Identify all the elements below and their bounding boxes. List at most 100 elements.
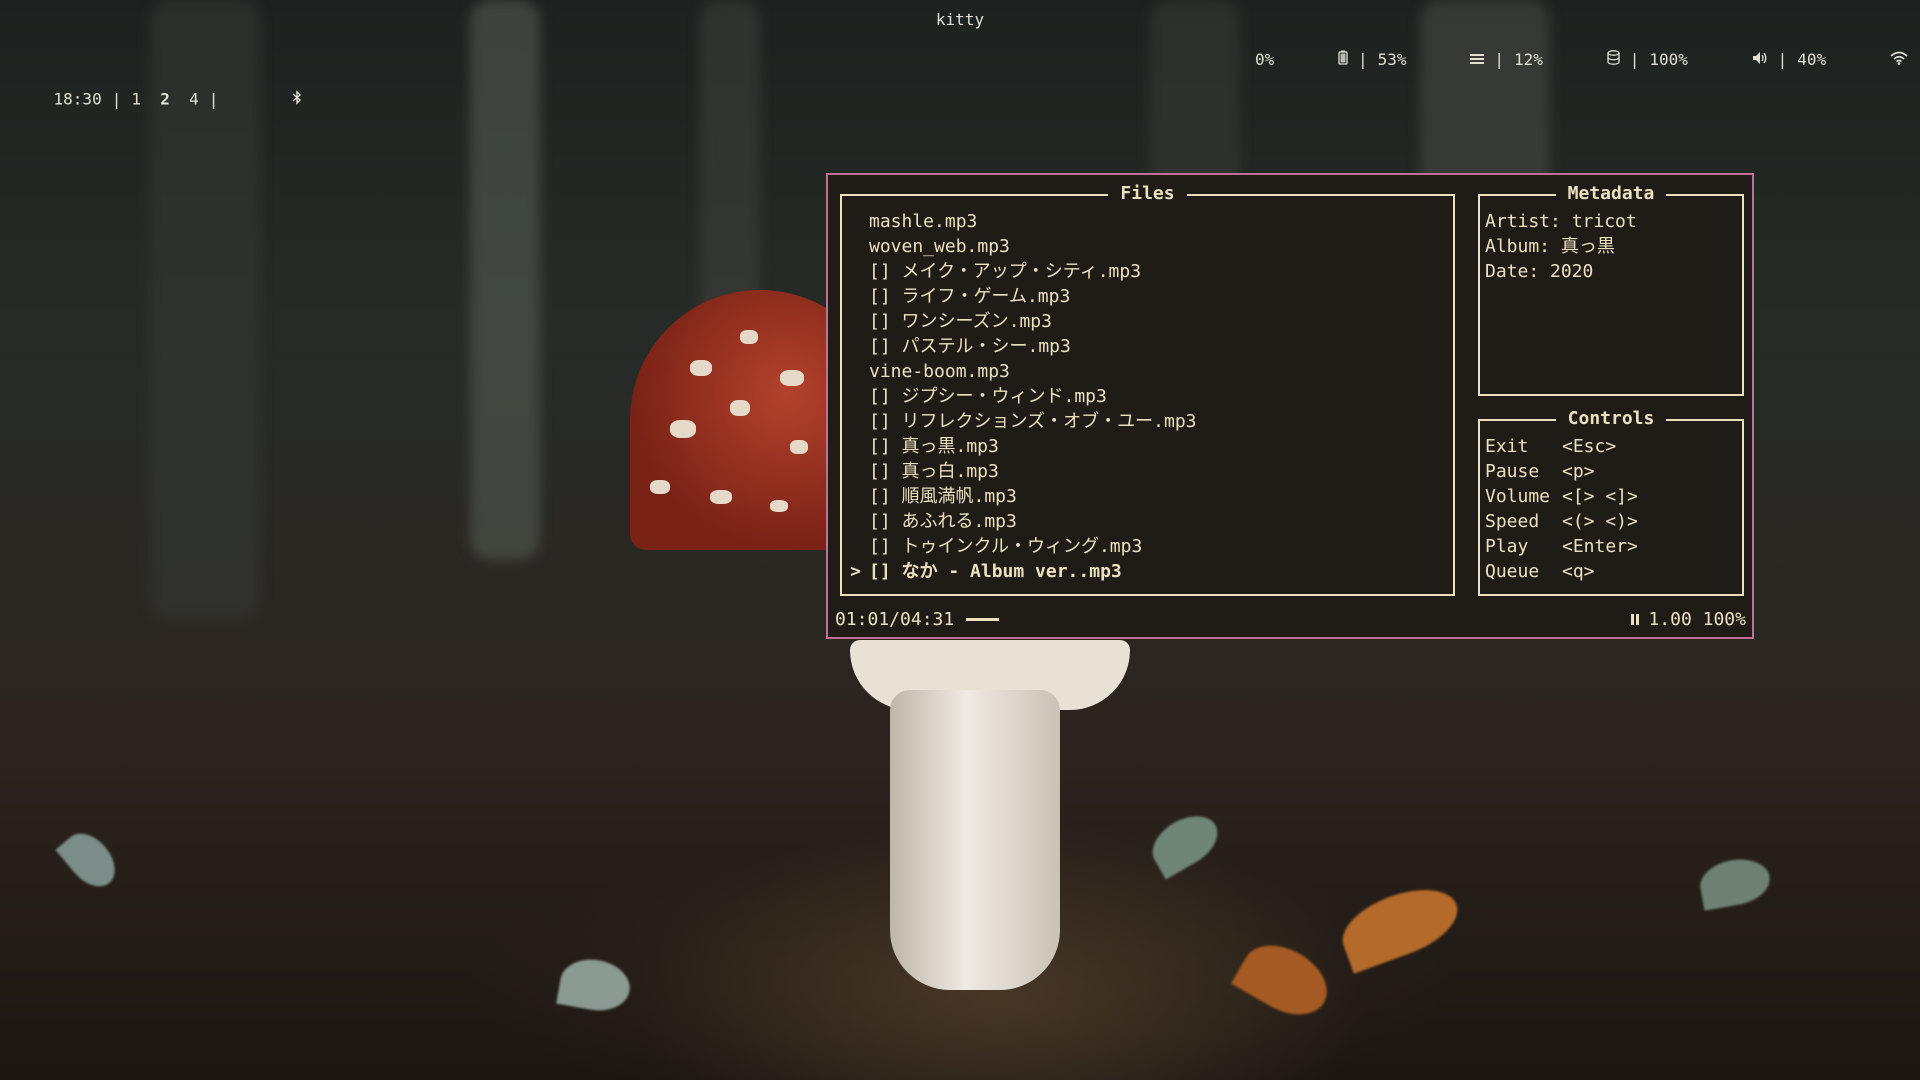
control-action: Volume: [1485, 486, 1551, 507]
files-panel-title: Files: [1108, 183, 1187, 204]
list-item[interactable]: mashle.mp3: [842, 209, 1453, 234]
file-name: [] 真っ白.mp3: [869, 461, 999, 482]
leaf: [1696, 854, 1774, 911]
controls-panel-header: Controls: [1480, 408, 1742, 430]
wifi-icon[interactable]: [1832, 0, 1908, 120]
control-play: Play <Enter>: [1485, 534, 1638, 559]
list-item[interactable]: [] メイク・アップ・シティ.mp3: [842, 259, 1453, 284]
list-item[interactable]: [] あふれる.mp3: [842, 509, 1453, 534]
separator: |: [1494, 50, 1504, 69]
list-item[interactable]: [] ワンシーズン.mp3: [842, 309, 1453, 334]
list-item[interactable]: woven_web.mp3: [842, 234, 1453, 259]
list-item[interactable]: vine-boom.mp3: [842, 359, 1453, 384]
file-name: [] あふれる.mp3: [869, 511, 1017, 532]
cpu-icon: [1413, 0, 1485, 120]
file-name: [] メイク・アップ・シティ.mp3: [869, 261, 1142, 282]
disk-value: 12%: [1513, 50, 1543, 69]
file-name: [] トゥインクル・ウィング.mp3: [869, 536, 1143, 557]
volume-icon[interactable]: [1694, 0, 1768, 120]
control-exit: Exit <Esc>: [1485, 434, 1638, 459]
file-name: [] リフレクションズ・オブ・ユー.mp3: [869, 411, 1197, 432]
battery-value: 0%: [1254, 50, 1275, 69]
file-name: vine-boom.mp3: [869, 361, 1010, 382]
list-item[interactable]: [] ジプシー・ウィンド.mp3: [842, 384, 1453, 409]
status-bar-right: 0% | 53% | 12% | 100% | 40%: [1255, 0, 1908, 120]
leaf: [556, 954, 634, 1016]
leaf: [1231, 931, 1339, 1029]
control-key: <q>: [1562, 561, 1595, 582]
list-item-selected[interactable]: > [] なか - Album ver..mp3: [842, 559, 1453, 584]
pause-icon: [1630, 614, 1640, 625]
files-panel: Files mashle.mp3 woven_web.mp3 [] メイク・アッ…: [840, 183, 1455, 596]
progress-fill: [966, 618, 999, 621]
leaf: [1143, 805, 1227, 880]
cpu-value: 53%: [1377, 50, 1407, 69]
workspace-button-2[interactable]: 2: [160, 90, 170, 109]
file-name: [] 真っ黒.mp3: [869, 436, 999, 457]
metadata-panel: Metadata Artist: tricot Album: 真っ黒 Date:…: [1478, 183, 1744, 396]
controls-panel-title: Controls: [1555, 408, 1667, 429]
control-action: Exit: [1485, 436, 1529, 457]
control-key: <Enter>: [1562, 536, 1638, 557]
volume-value: 100%: [1649, 50, 1688, 69]
playback-status: 01:01/04:31: [835, 607, 1110, 632]
metadata-date: Date: 2020: [1485, 261, 1594, 282]
control-queue: Queue <q>: [1485, 559, 1638, 584]
separator: |: [1777, 50, 1788, 69]
separator: |: [1358, 50, 1368, 69]
list-item[interactable]: [] リフレクションズ・オブ・ユー.mp3: [842, 409, 1453, 434]
control-action: Play: [1485, 536, 1529, 557]
metadata-artist: Artist: tricot: [1485, 211, 1637, 232]
control-pause: Pause <p>: [1485, 459, 1638, 484]
control-speed: Speed <(> <)>: [1485, 509, 1638, 534]
playback-time: 01:01/04:31: [835, 609, 955, 630]
list-item[interactable]: [] 順風満帆.mp3: [842, 484, 1453, 509]
files-panel-header: Files: [842, 183, 1453, 205]
file-name: [] 順風満帆.mp3: [869, 486, 1017, 507]
file-name: [] なか - Album ver..mp3: [869, 561, 1122, 582]
file-name: [] ライフ・ゲーム.mp3: [869, 286, 1071, 307]
clock: 18:30: [53, 89, 102, 109]
file-name: [] ジプシー・ウィンド.mp3: [869, 386, 1107, 407]
metadata-list: Artist: tricot Album: 真っ黒 Date: 2020: [1485, 209, 1637, 284]
terminal-window[interactable]: Files mashle.mp3 woven_web.mp3 [] メイク・アッ…: [826, 173, 1754, 639]
separator: |: [208, 89, 219, 109]
progress-bar[interactable]: [966, 618, 1110, 621]
metadata-panel-header: Metadata: [1480, 183, 1742, 205]
separator: |: [111, 89, 122, 109]
speed-volume-readout: 1.00 100%: [1648, 609, 1746, 630]
list-item[interactable]: [] 真っ黒.mp3: [842, 434, 1453, 459]
control-key: <p>: [1562, 461, 1595, 482]
list-item[interactable]: [] トゥインクル・ウィング.mp3: [842, 534, 1453, 559]
control-key: <[> <]>: [1562, 486, 1638, 507]
file-name: woven_web.mp3: [869, 236, 1010, 257]
file-name: [] ワンシーズン.mp3: [869, 311, 1052, 332]
workspace-button-1[interactable]: 1: [131, 90, 141, 109]
mushroom-stem: [890, 690, 1060, 990]
playback-state: 1.00 100%: [1630, 607, 1746, 632]
controls-panel: Controls Exit <Esc> Pause <p> Volume <[> <]…: [1478, 408, 1744, 596]
metadata-panel-title: Metadata: [1555, 183, 1667, 204]
leaf: [55, 824, 125, 896]
selection-cursor: >: [850, 561, 861, 582]
control-action: Queue: [1485, 561, 1540, 582]
control-key: <(> <)>: [1562, 511, 1638, 532]
disk-icon: [1549, 0, 1620, 120]
control-action: Speed: [1485, 511, 1540, 532]
battery-icon: [1280, 0, 1348, 120]
list-item[interactable]: [] ライフ・ゲーム.mp3: [842, 284, 1453, 309]
control-volume: Volume <[> <]>: [1485, 484, 1638, 509]
workspace-button-4[interactable]: 4: [189, 90, 199, 109]
list-item[interactable]: [] 真っ白.mp3: [842, 459, 1453, 484]
status-bar: 18:30 | 1 2 4 | kitty 0% | 53% | 12% | 100%…: [0, 0, 1920, 109]
tree-trunk: [470, 0, 540, 560]
list-item[interactable]: [] パステル・シー.mp3: [842, 334, 1453, 359]
file-list[interactable]: mashle.mp3 woven_web.mp3 [] メイク・アップ・シティ.…: [842, 209, 1453, 584]
file-name: [] パステル・シー.mp3: [869, 336, 1071, 357]
bluetooth-icon[interactable]: [234, 40, 302, 160]
metadata-album: Album: 真っ黒: [1485, 236, 1615, 257]
wifi-value: 40%: [1797, 50, 1827, 69]
leaf: [1333, 876, 1467, 974]
control-action: Pause: [1485, 461, 1540, 482]
file-name: mashle.mp3: [869, 211, 978, 232]
